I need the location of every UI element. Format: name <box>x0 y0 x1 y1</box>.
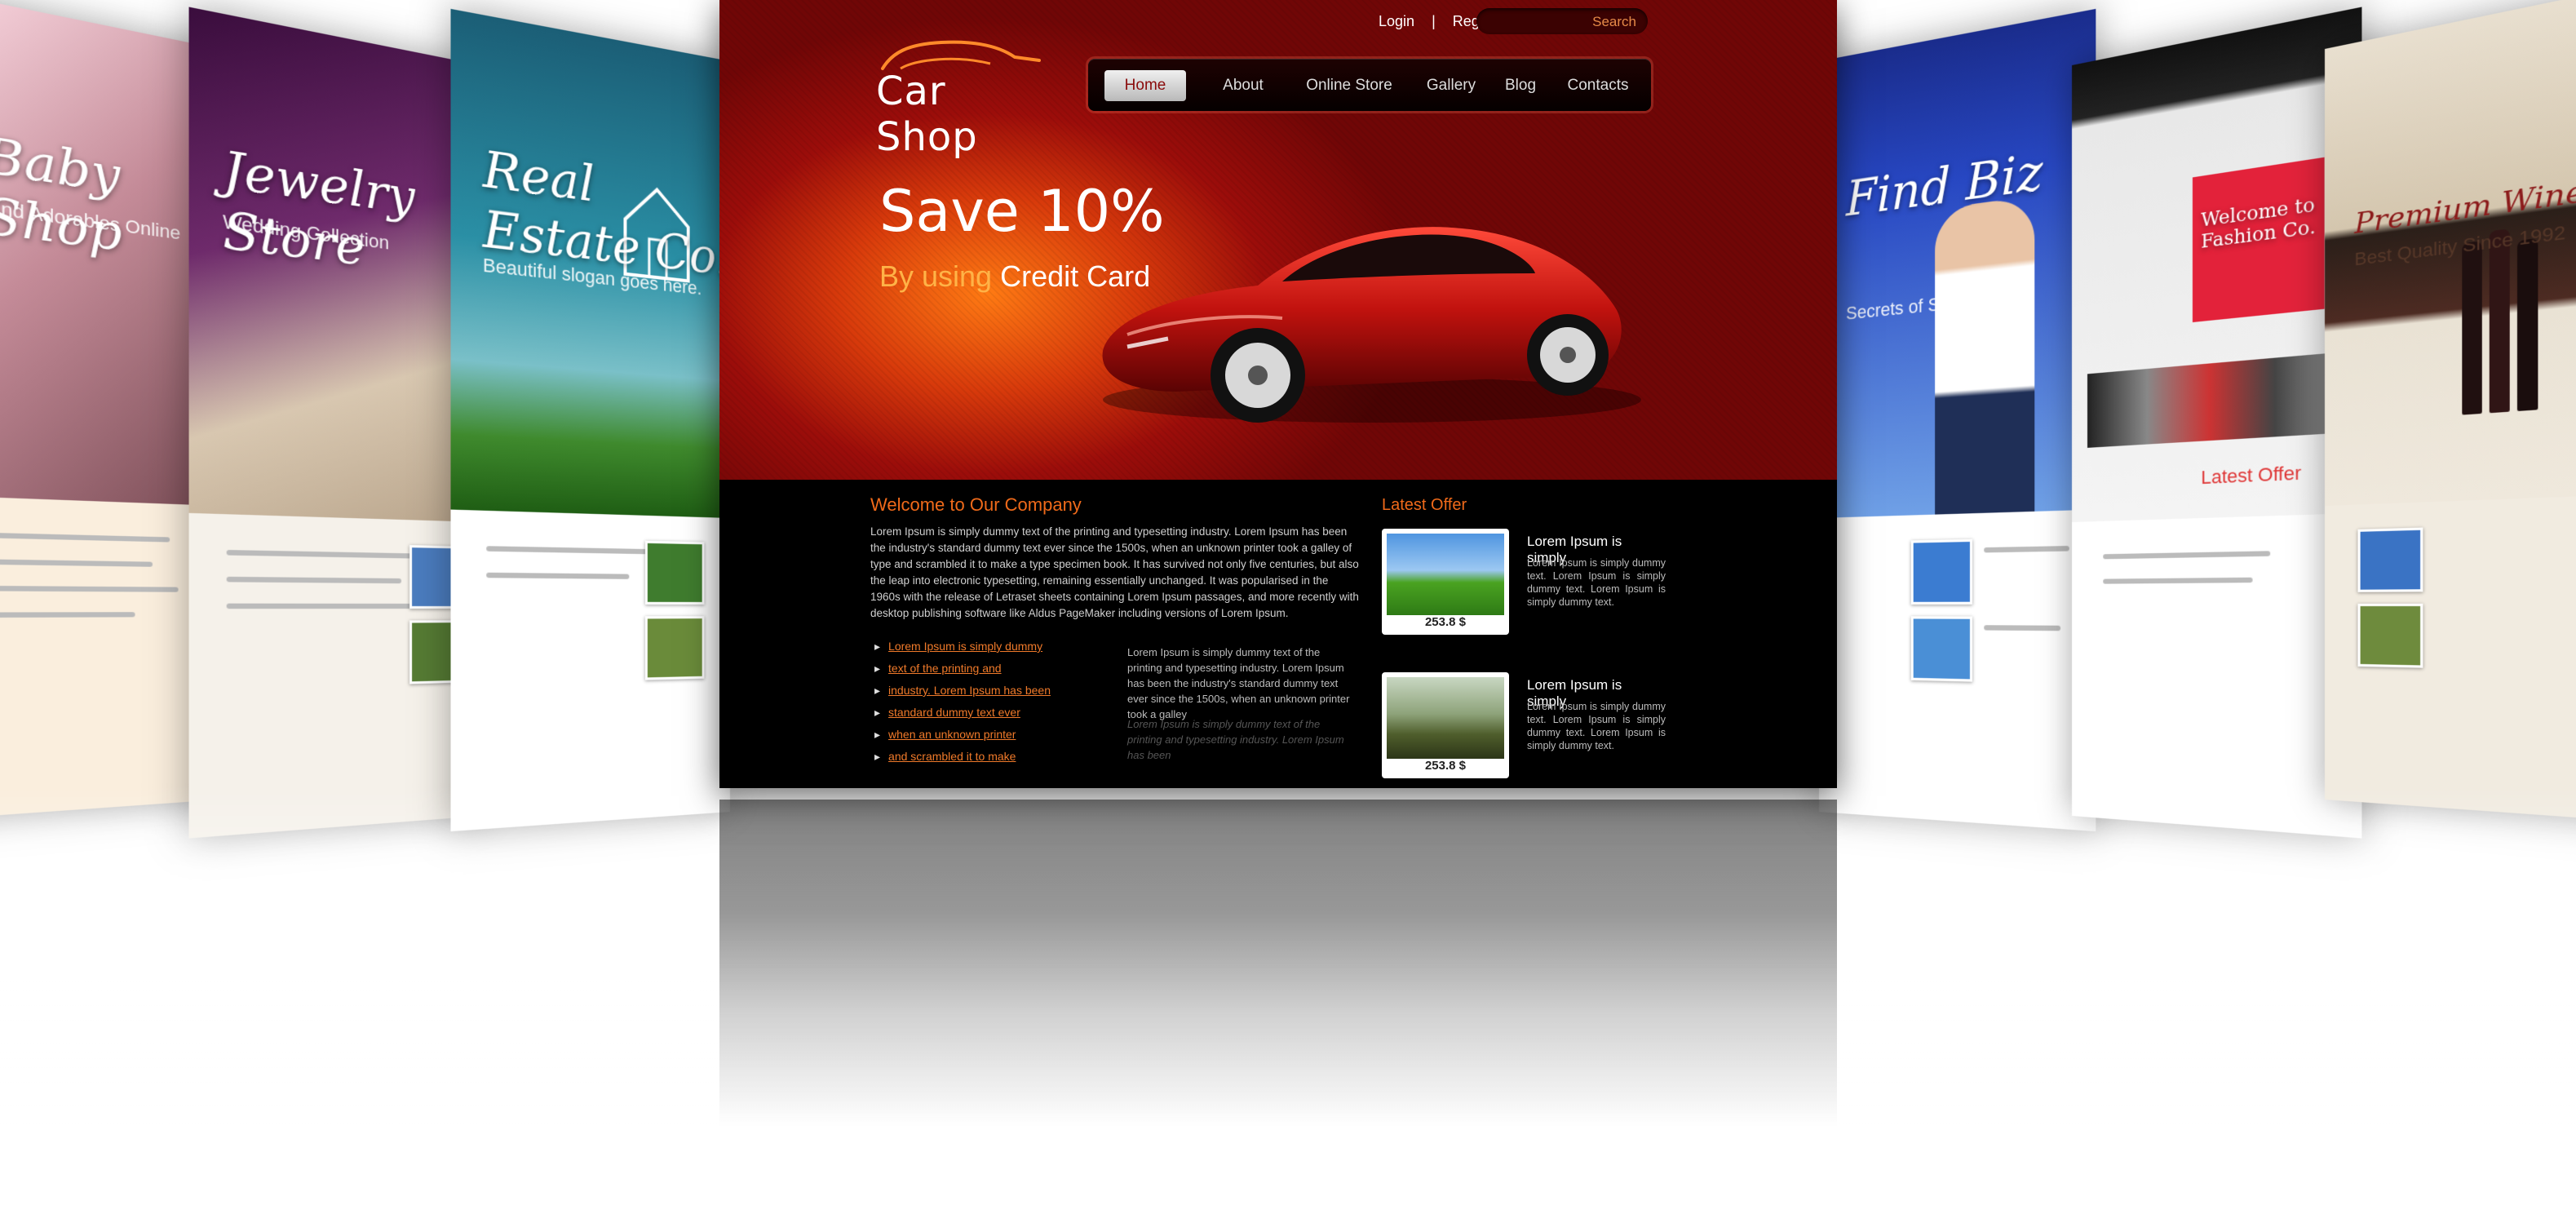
showcase-stage: Baby Shop Find Adorables Online Jewelry … <box>0 0 2576 1214</box>
welcome-link[interactable]: text of the printing and <box>874 662 1051 676</box>
nav-contacts[interactable]: Contacts <box>1557 70 1639 101</box>
real-estate-page: Real Estate Co. Beautiful slogan goes he… <box>450 8 730 832</box>
nav-gallery[interactable]: Gallery <box>1414 70 1488 101</box>
baby-body <box>0 495 221 819</box>
mid-text: Lorem Ipsum is simply dummy text of the … <box>1127 646 1350 720</box>
fashion-co-page: Welcome to Fashion Co. Latest Offer <box>2072 7 2362 839</box>
jewelry-store-page: Jewelry Store Wedding Collection <box>188 7 481 839</box>
fashion-subtitle: Latest Offer <box>2201 462 2302 489</box>
wine-shop-page: Premium Wines Best Quality Since 1992 <box>2325 0 2576 822</box>
logo-text: Car Shop <box>876 69 978 160</box>
welcome-link[interactable]: standard dummy text ever <box>874 706 1051 720</box>
login-link[interactable]: Login <box>1379 13 1414 29</box>
welcome-links-list: Lorem Ipsum is simply dummy text of the … <box>874 640 1051 772</box>
top-links-separator: | <box>1432 13 1436 29</box>
promo-subtitle-prefix: By using <box>879 259 993 293</box>
baby-shop-page: Baby Shop Find Adorables Online <box>0 0 221 819</box>
welcome-link[interactable]: Lorem Ipsum is simply dummy <box>874 640 1051 654</box>
welcome-link[interactable]: industry. Lorem Ipsum has been <box>874 684 1051 698</box>
red-sports-car-image <box>1102 227 1641 423</box>
search-input[interactable]: Search <box>1476 8 1648 34</box>
nav-home[interactable]: Home <box>1104 70 1186 101</box>
offer-image[interactable]: 253.8 $ <box>1382 529 1509 635</box>
main-nav: Home About Online Store Gallery Blog Con… <box>1088 59 1651 111</box>
offer-text: Lorem Ipsum is simply dummy text. Lorem … <box>1527 557 1666 608</box>
nav-online-store[interactable]: Online Store <box>1292 70 1406 101</box>
search-button[interactable]: Search <box>1592 14 1636 30</box>
header-banner: Login | Register Search Car Shop Home Ab… <box>719 0 1837 480</box>
latest-offer-title: Latest Offer <box>1382 496 1467 514</box>
offer-image[interactable]: 253.8 $ <box>1382 672 1509 778</box>
nav-blog[interactable]: Blog <box>1492 70 1549 101</box>
welcome-link[interactable]: and scrambled it to make <box>874 750 1051 764</box>
offer-price: 253.8 $ <box>1424 759 1467 773</box>
logo[interactable]: Car Shop <box>876 36 1056 160</box>
offer-price: 253.8 $ <box>1424 615 1467 629</box>
content-area: Welcome to Our Company Lorem Ipsum is si… <box>719 480 1837 788</box>
fashion-hero <box>2072 7 2362 523</box>
welcome-text: Lorem Ipsum is simply dummy text of the … <box>870 525 1359 619</box>
find-biz-hero <box>1819 8 2096 518</box>
offer-card[interactable]: 253.8 $ Lorem Ipsum is simply Lorem Ipsu… <box>1382 672 1666 786</box>
offer-card[interactable]: 253.8 $ Lorem Ipsum is simply Lorem Ipsu… <box>1382 529 1666 643</box>
find-biz-page: Find Biz Secrets of Success <box>1819 8 2096 832</box>
welcome-title: Welcome to Our Company <box>870 494 1082 515</box>
wine-body <box>2325 494 2576 822</box>
offer-text: Lorem Ipsum is simply dummy text. Lorem … <box>1527 701 1666 751</box>
car-shop-page: Login | Register Search Car Shop Home Ab… <box>719 0 1837 788</box>
welcome-link[interactable]: when an unknown printer <box>874 728 1051 742</box>
nav-about[interactable]: About <box>1211 70 1276 101</box>
mid-text-faded: Lorem Ipsum is simply dummy text of the … <box>1127 718 1344 761</box>
main-page-reflection <box>719 800 1837 1126</box>
